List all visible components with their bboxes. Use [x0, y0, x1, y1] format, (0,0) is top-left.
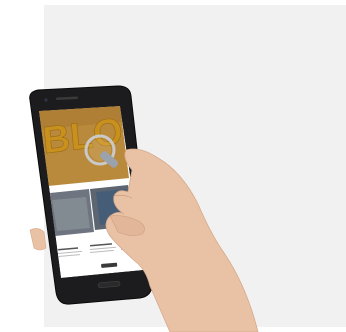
phone-scene: BLOG — [29, 85, 259, 332]
front-camera — [44, 98, 48, 102]
